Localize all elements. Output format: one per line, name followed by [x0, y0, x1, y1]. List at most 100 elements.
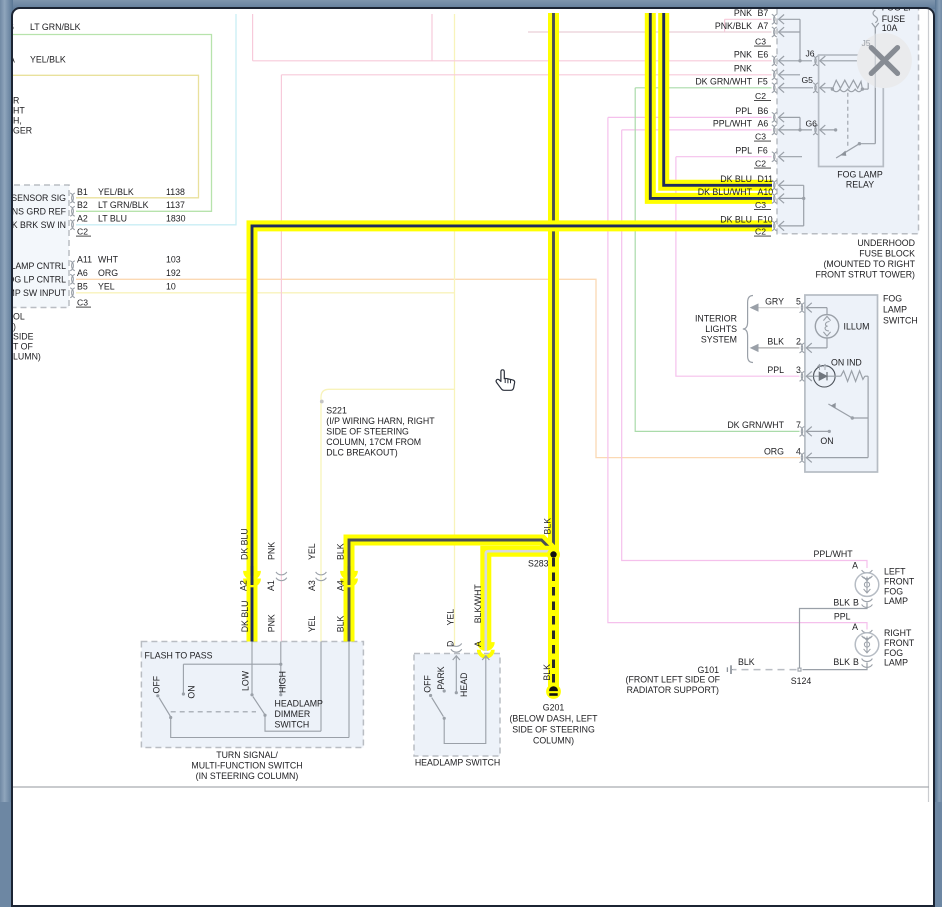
svg-text:(I/P WIRING HARN, RIGHT: (I/P WIRING HARN, RIGHT — [326, 416, 435, 426]
svg-text:GRY: GRY — [765, 296, 784, 306]
svg-text:BLK: BLK — [543, 518, 553, 535]
svg-text:1138: 1138 — [166, 187, 185, 197]
svg-text:MP SW INPUT: MP SW INPUT — [11, 288, 67, 298]
svg-text:(IN STEERING COLUMN): (IN STEERING COLUMN) — [196, 771, 299, 781]
svg-text:F6: F6 — [758, 146, 768, 156]
svg-text:DK BLU: DK BLU — [720, 174, 752, 184]
svg-text:PNK: PNK — [734, 50, 752, 60]
svg-text:A4: A4 — [335, 580, 345, 591]
svg-text:PPL: PPL — [735, 106, 752, 116]
svg-text:J5: J5 — [862, 38, 871, 48]
svg-text:E6: E6 — [758, 50, 769, 60]
svg-text:A2: A2 — [239, 580, 249, 591]
svg-text:PPL: PPL — [834, 612, 851, 622]
svg-text:C3: C3 — [755, 132, 766, 142]
svg-text:COLUMN): COLUMN) — [533, 736, 574, 746]
svg-text:A: A — [11, 55, 15, 65]
svg-text:LOW: LOW — [241, 670, 251, 691]
svg-text:H,: H, — [13, 116, 22, 126]
svg-text:J6: J6 — [806, 48, 815, 58]
svg-text:DK GRN/WHT: DK GRN/WHT — [727, 420, 784, 430]
svg-text:LAMP: LAMP — [883, 305, 907, 315]
svg-text:C2: C2 — [755, 91, 766, 101]
svg-text:F10: F10 — [758, 215, 773, 225]
svg-text:B6: B6 — [758, 106, 769, 116]
svg-text:G201: G201 — [543, 703, 565, 713]
svg-text:PNK/BLK: PNK/BLK — [715, 21, 752, 31]
svg-text:A6: A6 — [758, 119, 769, 129]
svg-text:B1: B1 — [77, 187, 88, 197]
svg-text:LAMP: LAMP — [884, 596, 908, 606]
svg-text:6: 6 — [11, 22, 14, 32]
svg-text:LAMP CNTRL: LAMP CNTRL — [11, 261, 66, 271]
svg-text:INTERIOR: INTERIOR — [695, 314, 737, 324]
svg-text:A1: A1 — [266, 580, 276, 591]
svg-text:SWITCH: SWITCH — [883, 316, 918, 326]
svg-text:FRONT: FRONT — [884, 576, 915, 586]
svg-text:S283: S283 — [528, 559, 549, 569]
svg-text:PARK: PARK — [436, 666, 446, 689]
svg-text:1137: 1137 — [166, 200, 185, 210]
svg-text:A11: A11 — [77, 255, 92, 265]
svg-text:): ) — [13, 322, 16, 332]
svg-text:OL: OL — [13, 312, 25, 322]
svg-text:DLC BREAKOUT): DLC BREAKOUT) — [326, 448, 397, 458]
svg-text:ORG: ORG — [98, 268, 118, 278]
svg-text:2: 2 — [796, 337, 801, 347]
svg-text:HEAD: HEAD — [459, 673, 469, 697]
svg-text:FLASH TO PASS: FLASH TO PASS — [145, 651, 213, 661]
svg-text:PPL/WHT: PPL/WHT — [814, 549, 854, 559]
svg-text:DK BLU: DK BLU — [720, 215, 752, 225]
svg-text:BLK: BLK — [833, 598, 850, 608]
svg-text:BLK: BLK — [833, 657, 850, 667]
svg-text:OFF: OFF — [151, 675, 161, 693]
svg-text:(FRONT LEFT SIDE OF: (FRONT LEFT SIDE OF — [626, 674, 721, 684]
svg-text:B5: B5 — [77, 282, 88, 292]
svg-text:B: B — [853, 598, 859, 608]
svg-text:BLK: BLK — [335, 543, 345, 560]
svg-text:C2: C2 — [755, 227, 766, 237]
svg-text:TURN SIGNAL/: TURN SIGNAL/ — [216, 750, 278, 760]
svg-text:FUSE BLOCK: FUSE BLOCK — [859, 249, 915, 259]
svg-text:A7: A7 — [758, 21, 769, 31]
svg-text:LEFT: LEFT — [884, 567, 906, 577]
svg-text:PPL: PPL — [767, 365, 784, 375]
svg-text:PNK: PNK — [266, 542, 276, 560]
svg-text:10A: 10A — [882, 23, 898, 33]
svg-text:4: 4 — [796, 446, 801, 456]
svg-text:HEADLAMP: HEADLAMP — [275, 699, 324, 709]
svg-text:BLK: BLK — [542, 664, 552, 681]
svg-text:B7: B7 — [758, 8, 769, 18]
svg-text:BLK/WHT: BLK/WHT — [473, 584, 483, 624]
svg-text:S221: S221 — [326, 406, 347, 416]
svg-text:(BELOW DASH, LEFT: (BELOW DASH, LEFT — [510, 714, 599, 724]
svg-text:SWITCH: SWITCH — [275, 720, 310, 730]
svg-text:C3: C3 — [755, 200, 766, 210]
svg-text:LT GRN/BLK: LT GRN/BLK — [98, 200, 149, 210]
svg-text:LT BLU: LT BLU — [98, 214, 127, 224]
svg-text:FOG: FOG — [883, 294, 902, 304]
svg-text:C3: C3 — [755, 37, 766, 47]
svg-text:F5: F5 — [758, 77, 768, 87]
svg-text:R: R — [13, 96, 19, 106]
svg-text:192: 192 — [166, 268, 181, 278]
svg-text:BLK: BLK — [738, 657, 755, 667]
svg-text:A: A — [852, 622, 858, 632]
svg-text:HEADLAMP SWITCH: HEADLAMP SWITCH — [415, 758, 500, 768]
svg-text:SIDE OF STEERING: SIDE OF STEERING — [326, 427, 409, 437]
svg-text:PNK: PNK — [266, 614, 276, 632]
svg-text:LUMN): LUMN) — [13, 352, 41, 362]
svg-text:RK BRK SW IN: RK BRK SW IN — [11, 220, 66, 230]
svg-text:DK BLU: DK BLU — [240, 601, 250, 633]
svg-text:A3: A3 — [307, 580, 317, 591]
svg-text:ILLUM: ILLUM — [844, 322, 870, 332]
svg-text:RIGHT: RIGHT — [884, 628, 912, 638]
svg-text:YEL/BLK: YEL/BLK — [98, 187, 134, 197]
svg-text:10: 10 — [166, 282, 176, 292]
svg-text:PNK: PNK — [734, 8, 752, 18]
svg-text:C2: C2 — [755, 159, 766, 169]
svg-text:DK GRN/WHT: DK GRN/WHT — [695, 77, 752, 87]
svg-text:RADIATOR SUPPORT): RADIATOR SUPPORT) — [627, 685, 719, 695]
svg-text:FOG LAMP: FOG LAMP — [837, 170, 883, 180]
svg-text:ON: ON — [820, 436, 833, 446]
